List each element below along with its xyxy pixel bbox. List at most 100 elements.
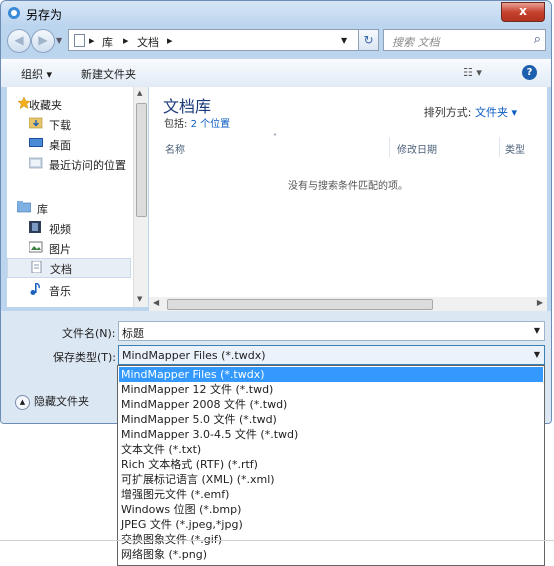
document-icon [74, 34, 85, 47]
dropdown-option[interactable]: 增强图元文件 (*.emf) [119, 487, 543, 502]
chevron-down-icon[interactable]: ▼ [534, 326, 540, 335]
sidebar-item-pictures[interactable]: 图片 [7, 239, 131, 257]
divider [0, 540, 554, 541]
search-placeholder: 搜索 文档 [392, 36, 440, 49]
scroll-right-icon[interactable]: ▶ [537, 298, 543, 307]
column-header-type[interactable]: 类型 [505, 141, 525, 156]
recent-places-icon [29, 157, 43, 169]
dropdown-option[interactable]: 可扩展标记语言 (XML) (*.xml) [119, 472, 543, 487]
app-icon [8, 7, 20, 19]
sidebar-item-downloads[interactable]: 下载 [7, 115, 131, 133]
dropdown-option[interactable]: MindMapper Files (*.twdx) [119, 367, 543, 382]
download-folder-icon [29, 117, 43, 129]
dropdown-option[interactable]: MindMapper 2008 文件 (*.twd) [119, 397, 543, 412]
history-dropdown-icon[interactable]: ▼ [56, 36, 62, 45]
savetype-value: MindMapper Files (*.twdx) [122, 349, 266, 362]
documents-icon [31, 261, 42, 273]
savetype-dropdown-list[interactable]: MindMapper Files (*.twdx) MindMapper 12 … [117, 365, 545, 566]
sidebar-item-label: 最近访问的位置 [49, 159, 126, 172]
breadcrumb-separator: ▸ [167, 34, 173, 47]
breadcrumb-separator: ▸ [89, 34, 95, 47]
scrollbar-thumb[interactable] [136, 103, 147, 217]
chevron-up-icon: ▲ [15, 394, 30, 410]
empty-message: 没有与搜索条件匹配的项。 [288, 181, 408, 192]
sidebar-item-libraries[interactable]: 库 [7, 199, 131, 217]
help-icon[interactable]: ? [522, 65, 537, 80]
arrange-by-dropdown[interactable]: 文件夹 ▾ [475, 106, 517, 119]
includes-prefix: 包括: [164, 119, 191, 130]
dropdown-option[interactable]: MindMapper 3.0-4.5 文件 (*.twd) [119, 427, 543, 442]
breadcrumb-item-documents[interactable]: 文档 [137, 34, 159, 50]
save-as-dialog: 另存为 x ◀ ▶ ▼ ▸ 库 ▸ 文档 ▸ ▼ ↻ 搜索 文档 ⌕ 组织 ▾ … [0, 0, 552, 424]
close-button[interactable]: x [501, 2, 545, 22]
sidebar-item-music[interactable]: 音乐 [7, 281, 131, 299]
back-arrow-icon[interactable]: ◀ [7, 29, 31, 53]
dropdown-option[interactable]: Windows 位图 (*.bmp) [119, 502, 543, 517]
column-divider[interactable] [499, 137, 500, 157]
dropdown-option[interactable]: JPEG 文件 (*.jpeg,*jpg) [119, 517, 543, 532]
address-bar[interactable]: ▸ 库 ▸ 文档 ▸ ▼ [68, 29, 359, 51]
scrollbar-thumb[interactable] [167, 299, 433, 310]
sidebar-item-recent-places[interactable]: 最近访问的位置 [7, 155, 131, 173]
breadcrumb-separator: ▸ [123, 34, 129, 47]
filename-input[interactable]: 标题 ▼ [118, 321, 545, 341]
sidebar-item-label: 收藏夹 [29, 99, 62, 112]
navigation-pane: 收藏夹 下载 桌面 最近访问的位置 库 视频 图片 文档 音乐 [7, 87, 139, 307]
includes-locations-link[interactable]: 2 个位置 [191, 119, 231, 130]
scroll-left-icon[interactable]: ◀ [153, 298, 159, 307]
sort-indicator-icon: ˄ [273, 133, 277, 142]
hide-folders-button[interactable]: ▲ 隐藏文件夹 [15, 393, 89, 410]
chevron-down-icon[interactable]: ▼ [534, 350, 540, 359]
scroll-down-icon[interactable]: ▼ [137, 295, 142, 303]
window-title: 另存为 [26, 8, 63, 22]
file-list-pane: 文档库 包括: 2 个位置 排列方式: 文件夹 ▾ 名称 ˄ 修改日期 类型 没… [149, 87, 547, 307]
savetype-label: 保存类型(T): [53, 351, 117, 364]
search-icon[interactable]: ⌕ [534, 32, 541, 47]
column-divider[interactable] [389, 137, 390, 157]
forward-arrow-icon[interactable]: ▶ [31, 29, 55, 53]
library-icon [17, 201, 31, 213]
desktop-icon [29, 138, 43, 147]
filename-value: 标题 [122, 327, 144, 340]
sidebar-item-label: 库 [37, 203, 48, 216]
dropdown-option[interactable]: 文本文件 (*.txt) [119, 442, 543, 457]
sidebar-item-label: 文档 [50, 263, 72, 276]
sidebar-item-label: 视频 [49, 223, 71, 236]
music-icon [30, 283, 40, 295]
hide-folders-label: 隐藏文件夹 [34, 395, 89, 408]
new-folder-button[interactable]: 新建文件夹 [81, 66, 136, 82]
view-options-button[interactable]: ☷ ▾ [463, 66, 482, 79]
pictures-icon [29, 241, 43, 253]
video-icon [29, 221, 41, 233]
arrange-by: 排列方式: 文件夹 ▾ [424, 104, 517, 120]
toolbar: 组织 ▾ 新建文件夹 ☷ ▾ ? [1, 58, 551, 88]
sidebar-item-documents[interactable]: 文档 [7, 258, 131, 278]
breadcrumb-item-library[interactable]: 库 [102, 34, 113, 50]
sidebar-item-videos[interactable]: 视频 [7, 219, 131, 237]
savetype-select[interactable]: MindMapper Files (*.twdx) ▼ [118, 345, 545, 365]
dropdown-option[interactable]: MindMapper 12 文件 (*.twd) [119, 382, 543, 397]
sidebar-item-desktop[interactable]: 桌面 [7, 135, 131, 153]
dropdown-option[interactable]: Rich 文本格式 (RTF) (*.rtf) [119, 457, 543, 472]
column-header-name[interactable]: 名称 [165, 141, 185, 156]
title-bar: 另存为 x [1, 1, 551, 25]
search-input[interactable]: 搜索 文档 ⌕ [383, 29, 546, 51]
refresh-icon[interactable]: ↻ [359, 29, 379, 51]
sidebar-item-label: 音乐 [49, 285, 71, 298]
library-includes: 包括: 2 个位置 [164, 115, 230, 130]
navigation-pane-scrollbar[interactable]: ▲ ▼ [133, 87, 148, 307]
column-header-date[interactable]: 修改日期 [397, 141, 437, 156]
navigation-bar: ◀ ▶ ▼ ▸ 库 ▸ 文档 ▸ ▼ ↻ 搜索 文档 ⌕ [1, 27, 551, 55]
file-list-scrollbar[interactable]: ◀ ▶ [149, 297, 547, 311]
sidebar-item-favorites[interactable]: 收藏夹 [7, 95, 131, 113]
scroll-up-icon[interactable]: ▲ [137, 89, 142, 97]
library-title: 文档库 [163, 97, 212, 116]
arrange-label: 排列方式: [423, 106, 475, 119]
sidebar-item-label: 桌面 [49, 139, 71, 152]
dropdown-option[interactable]: MindMapper 5.0 文件 (*.twd) [119, 412, 543, 427]
organize-button[interactable]: 组织 ▾ [21, 66, 52, 82]
sidebar-item-label: 下载 [49, 119, 71, 132]
address-dropdown-icon[interactable]: ▼ [341, 36, 347, 45]
dropdown-option[interactable]: 网络图象 (*.png) [119, 547, 543, 562]
filename-label: 文件名(N): [62, 327, 116, 340]
